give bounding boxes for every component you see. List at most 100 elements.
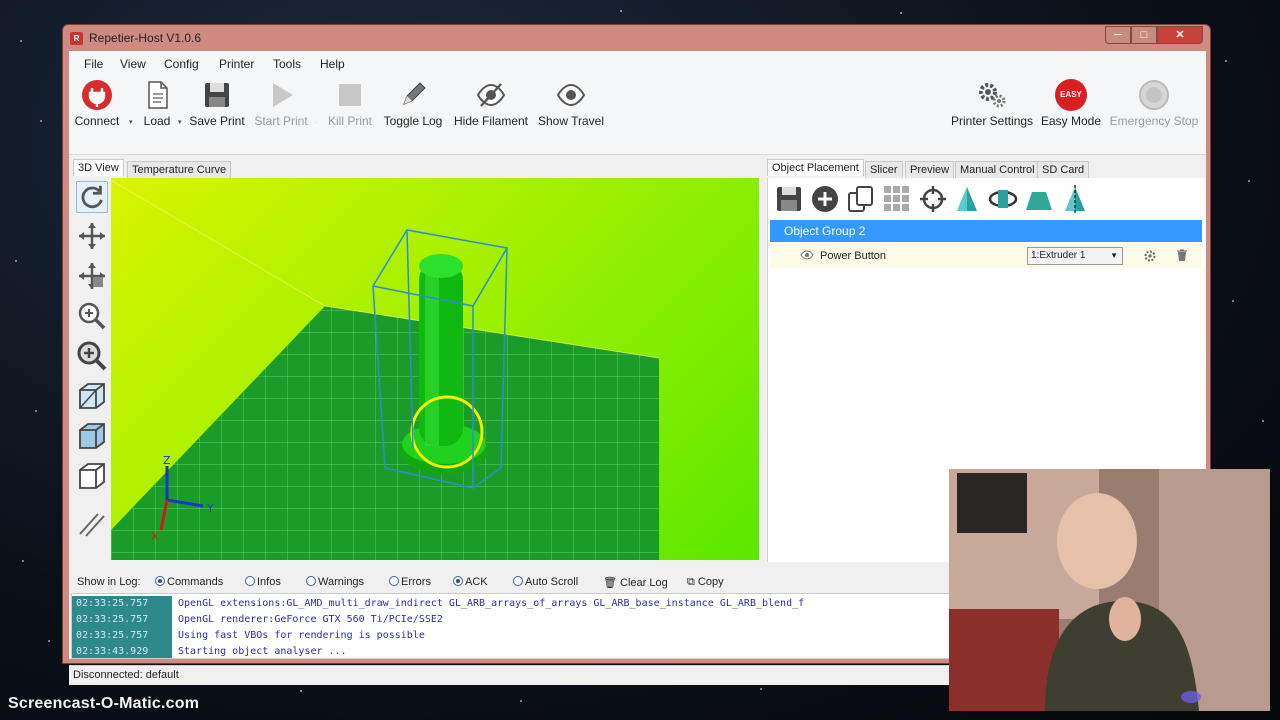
connect-label: Connect <box>74 114 120 128</box>
menu-view[interactable]: View <box>120 57 146 71</box>
tab-3d-view[interactable]: 3D View <box>73 159 124 176</box>
menu-help[interactable]: Help <box>320 57 345 71</box>
close-button[interactable]: ✕ <box>1157 26 1203 44</box>
object-group-row[interactable]: Object Group 2 <box>770 220 1202 242</box>
view-tools <box>73 178 111 560</box>
log-message: Starting object analyser ... <box>178 646 347 657</box>
emergency-stop-button[interactable]: Emergency Stop <box>1109 79 1199 129</box>
tab-preview[interactable]: Preview <box>905 161 955 178</box>
log-entry: 02:33:25.757 OpenGL renderer:GeForce GTX… <box>72 612 958 628</box>
auto-scroll-checkbox[interactable] <box>513 576 523 586</box>
commands-checkbox[interactable] <box>155 576 165 586</box>
chevron-down-icon: ▼ <box>1110 251 1118 260</box>
start-print-button[interactable]: Start Print <box>253 79 309 129</box>
easy-mode-icon: EASY <box>1055 79 1087 111</box>
log-time: 02:33:43.929 <box>72 644 172 658</box>
log-option-warnings[interactable]: Warnings <box>306 576 364 588</box>
log-output[interactable]: 02:33:25.757 OpenGL extensions:GL_AMD_mu… <box>71 593 959 659</box>
log-time: 02:33:25.757 <box>72 628 172 644</box>
easy-mode-button[interactable]: EASY Easy Mode <box>1041 79 1101 129</box>
hide-filament-label: Hide Filament <box>453 114 529 128</box>
log-message: Using fast VBOs for rendering is possibl… <box>178 630 425 641</box>
move-object-icon[interactable] <box>76 260 108 292</box>
scale-object-icon[interactable] <box>1024 184 1054 214</box>
log-option-commands[interactable]: Commands <box>155 576 223 588</box>
gears-icon <box>979 83 1006 108</box>
ack-checkbox[interactable] <box>453 576 463 586</box>
toggle-log-label: Toggle Log <box>383 114 443 128</box>
axis-z-label: Z <box>163 454 171 467</box>
errors-checkbox[interactable] <box>389 576 399 586</box>
menu-file[interactable]: File <box>84 57 103 71</box>
parallel-projection-icon[interactable] <box>76 508 108 540</box>
minimize-button[interactable]: ─ <box>1105 26 1131 44</box>
kill-print-button[interactable]: Kill Print <box>325 79 375 129</box>
tab-slicer[interactable]: Slicer <box>865 161 903 178</box>
zoom-icon[interactable] <box>76 300 108 332</box>
top-view-icon[interactable] <box>76 460 108 492</box>
pencil-icon <box>403 82 426 105</box>
isometric-view-icon[interactable] <box>76 380 108 412</box>
show-travel-button[interactable]: Show Travel <box>537 79 605 129</box>
menu-config[interactable]: Config <box>164 57 199 71</box>
title-bar[interactable]: R Repetier-Host V1.0.6 ─ □ ✕ <box>63 25 1210 51</box>
document-icon <box>148 81 168 109</box>
extruder-value: 1:Extruder 1 <box>1031 250 1086 261</box>
log-option-infos[interactable]: Infos <box>245 576 281 588</box>
warnings-checkbox[interactable] <box>306 576 316 586</box>
webcam-feed <box>949 469 1270 711</box>
connect-dropdown-icon[interactable]: ▾ <box>129 118 133 126</box>
printer-settings-button[interactable]: Printer Settings <box>951 79 1033 129</box>
extruder-select[interactable]: 1:Extruder 1 ▼ <box>1027 247 1123 265</box>
connection-status: Disconnected: default <box>73 669 179 681</box>
app-icon: R <box>70 32 83 45</box>
copy-log-button[interactable]: ⧉ Copy <box>687 576 724 589</box>
log-option-errors[interactable]: Errors <box>389 576 431 588</box>
3d-viewport[interactable]: Z Y X <box>111 178 759 560</box>
load-button[interactable]: Load <box>137 79 177 129</box>
mirror-object-icon[interactable] <box>1060 184 1090 214</box>
log-option-ack[interactable]: ACK <box>453 576 488 588</box>
zoom-fit-icon[interactable] <box>76 340 108 372</box>
start-dropdown-icon[interactable]: . <box>315 118 317 125</box>
drop-object-icon[interactable] <box>952 184 982 214</box>
move-icon[interactable] <box>76 220 108 252</box>
trash-small-icon: 🗑 <box>603 577 617 589</box>
visibility-eye-icon[interactable] <box>800 250 814 260</box>
trash-icon[interactable] <box>1176 249 1188 262</box>
tab-object-placement[interactable]: Object Placement <box>767 159 864 176</box>
save-print-button[interactable]: Save Print <box>189 79 245 129</box>
log-message: OpenGL extensions:GL_AMD_multi_draw_indi… <box>178 598 805 609</box>
menu-printer[interactable]: Printer <box>219 57 254 71</box>
object-item-row[interactable]: Power Button 1:Extruder 1 ▼ <box>770 244 1202 268</box>
stop-icon <box>339 84 361 106</box>
rotate-object-icon[interactable] <box>988 184 1018 214</box>
infos-checkbox[interactable] <box>245 576 255 586</box>
gear-icon[interactable] <box>1144 250 1156 262</box>
autoposition-grid-icon[interactable] <box>882 184 912 214</box>
save-object-icon[interactable] <box>774 184 804 214</box>
tab-manual-control[interactable]: Manual Control <box>955 161 1040 178</box>
rotate-icon[interactable] <box>76 181 108 213</box>
hide-filament-button[interactable]: Hide Filament <box>453 79 529 129</box>
load-label: Load <box>143 114 171 128</box>
load-dropdown-icon[interactable]: ▾ <box>178 118 182 126</box>
save-print-label: Save Print <box>189 114 245 128</box>
center-object-icon[interactable] <box>918 184 948 214</box>
connect-button[interactable]: Connect <box>73 79 121 129</box>
log-entry: 02:33:43.929 Starting object analyser ..… <box>72 644 958 658</box>
floppy-disk-icon <box>205 83 229 107</box>
copy-object-icon[interactable] <box>846 184 876 214</box>
tab-sd-card[interactable]: SD Card <box>1037 161 1090 178</box>
log-message: OpenGL renderer:GeForce GTX 560 Ti/PCIe/… <box>178 614 443 625</box>
front-view-icon[interactable] <box>76 420 108 452</box>
menu-tools[interactable]: Tools <box>273 57 301 71</box>
maximize-button[interactable]: □ <box>1131 26 1157 44</box>
clear-log-button[interactable]: 🗑 Clear Log <box>603 576 668 589</box>
add-object-icon[interactable] <box>810 184 840 214</box>
tab-temperature-curve[interactable]: Temperature Curve <box>127 161 232 178</box>
log-option-auto-scroll[interactable]: Auto Scroll <box>513 576 578 588</box>
main-toolbar: Connect ▾ Load ▾ Save Print Start Print … <box>69 73 1206 155</box>
toggle-log-button[interactable]: Toggle Log <box>383 79 443 129</box>
start-print-label: Start Print <box>254 114 308 128</box>
